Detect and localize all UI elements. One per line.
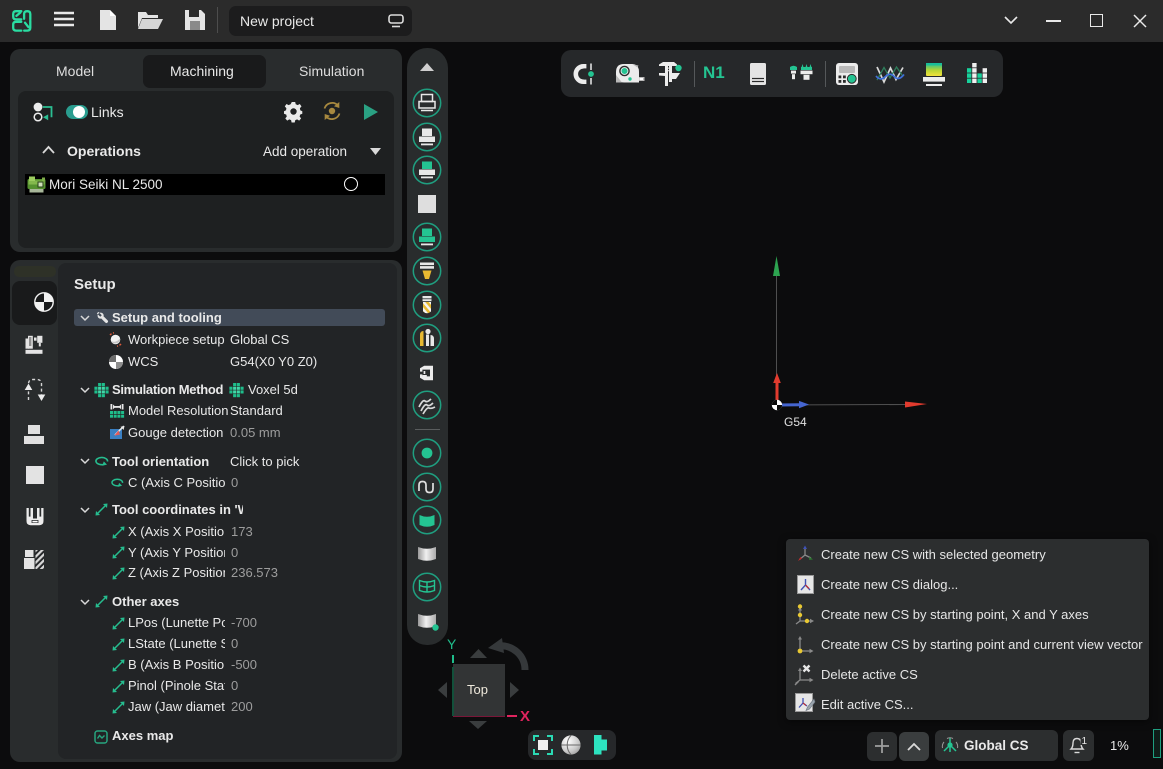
svg-text:1: 1: [1082, 736, 1088, 747]
svg-text:G54: G54: [784, 415, 807, 429]
